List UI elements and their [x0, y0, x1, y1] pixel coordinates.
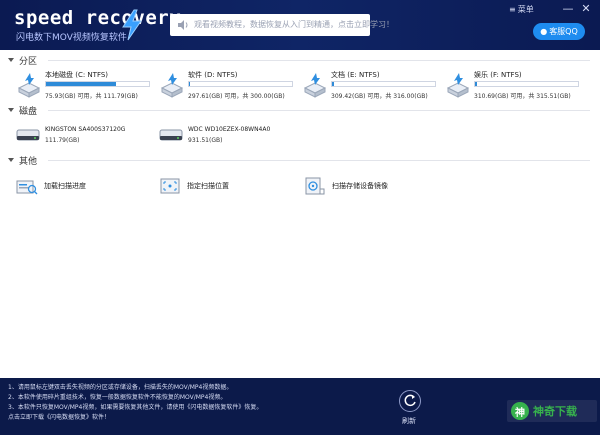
chat-icon: ● — [540, 27, 548, 36]
title-bar: speed recovery 闪电数下MOV视频恢复软件 观看视频教程，数据恢复… — [0, 0, 600, 50]
refresh-button[interactable] — [399, 390, 421, 412]
load-scan-progress-button[interactable]: 加载扫描进度 — [16, 176, 86, 196]
usage-bar — [45, 81, 150, 87]
hard-drive-icon — [160, 73, 184, 98]
usage-bar — [474, 81, 579, 87]
collapse-triangle-icon — [8, 158, 14, 162]
menu-icon: ≡ — [509, 5, 516, 14]
menu-button[interactable]: ≡ 菜单 — [505, 3, 538, 16]
hard-drive-icon — [303, 73, 327, 98]
disk-name: KINGSTON SA400S37120G — [45, 126, 126, 133]
collapse-triangle-icon — [8, 58, 14, 62]
partition-size: 309.42(GB) 可用，共 316.00(GB) — [331, 93, 428, 100]
tips-list: 1、请用鼠标左键双击丢失视频的分区或存储设备，扫描丢失的MOV/MP4视频数据。… — [8, 383, 262, 423]
partition-size: 310.69(GB) 可用，共 315.51(GB) — [474, 93, 571, 100]
hard-drive-icon — [446, 73, 470, 98]
notice-text[interactable]: 观看视频教程，数据恢复从入门到精通，点击立即学习！ — [194, 19, 394, 30]
section-partitions[interactable]: 分区 — [8, 54, 38, 67]
qq-label: 客服QQ — [549, 27, 578, 36]
divider — [48, 110, 590, 111]
hard-drive-icon — [17, 73, 41, 98]
specify-scan-location-button[interactable]: 指定扫描位置 — [159, 176, 229, 196]
disk-icon — [159, 129, 183, 141]
target-location-icon — [160, 178, 180, 194]
tip-line-download-link[interactable]: 点击立即下载《闪电数据恢复》软件！ — [8, 413, 262, 423]
partition-name: 软件 (D: NTFS) — [188, 71, 238, 79]
action-label: 加载扫描进度 — [44, 182, 86, 190]
disk-icon — [16, 129, 40, 141]
menu-label: 菜单 — [517, 5, 534, 14]
watermark: 神 神奇下载 — [507, 400, 597, 422]
partition-d[interactable]: 软件 (D: NTFS) 297.61(GB) 可用，共 300.00(GB) — [159, 70, 299, 104]
divider — [48, 60, 590, 61]
device-image-icon — [305, 177, 325, 195]
partition-f[interactable]: 娱乐 (F: NTFS) 310.69(GB) 可用，共 315.51(GB) — [445, 70, 585, 104]
partition-name: 本地磁盘 (C: NTFS) — [45, 71, 109, 79]
disk-size: 931.51(GB) — [188, 137, 223, 144]
partition-size: 297.61(GB) 可用，共 300.00(GB) — [188, 93, 285, 100]
tip-line: 3、本软件只恢复MOV/MP4视频，如果需要恢复其他文件，请使用《闪电数据恢复软… — [8, 404, 263, 411]
usage-fill — [46, 82, 117, 86]
partition-name: 娱乐 (F: NTFS) — [474, 71, 522, 79]
usage-fill — [189, 82, 191, 86]
notice-bar[interactable]: 观看视频教程，数据恢复从入门到精通，点击立即学习！ — [170, 14, 394, 36]
section-title: 分区 — [19, 56, 38, 67]
section-disks[interactable]: 磁盘 — [8, 104, 38, 117]
action-label: 扫描存储设备镜像 — [332, 182, 388, 190]
load-progress-icon — [16, 180, 38, 195]
lightning-bolt-icon — [122, 9, 142, 41]
usage-fill — [332, 82, 335, 86]
refresh-icon — [404, 394, 416, 407]
section-other[interactable]: 其他 — [8, 154, 38, 167]
section-title: 磁盘 — [19, 106, 38, 117]
watermark-text: 神奇下载 — [533, 405, 577, 418]
refresh-label: 刷新 — [402, 417, 416, 425]
disk-kingston[interactable]: KINGSTON SA400S37120G 111.79(GB) — [16, 124, 146, 150]
section-title: 其他 — [19, 156, 38, 167]
partition-c[interactable]: 本地磁盘 (C: NTFS) 75.93(GB) 可用，共 111.79(GB) — [16, 70, 156, 104]
tip-line: 1、请用鼠标左键双击丢失视频的分区或存储设备，扫描丢失的MOV/MP4视频数据。 — [8, 384, 233, 391]
disk-name: WDC WD10EZEX-08WN4A0 — [188, 126, 271, 133]
close-button[interactable]: ✕ — [579, 2, 593, 16]
watermark-logo: 神 — [511, 402, 529, 420]
action-label: 指定扫描位置 — [187, 182, 229, 190]
main-panel: 分区 本地磁盘 (C: NTFS) 75.93(GB) 可用，共 111.79(… — [0, 50, 600, 378]
disk-wdc[interactable]: WDC WD10EZEX-08WN4A0 931.51(GB) — [159, 124, 289, 150]
usage-bar — [188, 81, 293, 87]
minimize-button[interactable]: — — [561, 2, 575, 16]
partition-size: 75.93(GB) 可用，共 111.79(GB) — [45, 93, 138, 100]
partition-name: 文档 (E: NTFS) — [331, 71, 380, 79]
divider — [48, 160, 590, 161]
disk-size: 111.79(GB) — [45, 137, 80, 144]
scan-device-image-button[interactable]: 扫描存储设备镜像 — [304, 176, 388, 196]
app-subtitle: 闪电数下MOV视频恢复软件 — [16, 33, 127, 43]
usage-bar — [331, 81, 436, 87]
app-logo-text: speed recovery — [14, 7, 182, 29]
usage-fill — [475, 82, 478, 86]
partition-e[interactable]: 文档 (E: NTFS) 309.42(GB) 可用，共 316.00(GB) — [302, 70, 442, 104]
customer-service-qq-button[interactable]: ● 客服QQ — [533, 23, 585, 40]
tip-line: 2、本软件使用碎片重组技术，恢复一般数据恢复软件不能恢复的MOV/MP4视频。 — [8, 394, 227, 401]
collapse-triangle-icon — [8, 108, 14, 112]
speaker-icon — [178, 20, 188, 30]
